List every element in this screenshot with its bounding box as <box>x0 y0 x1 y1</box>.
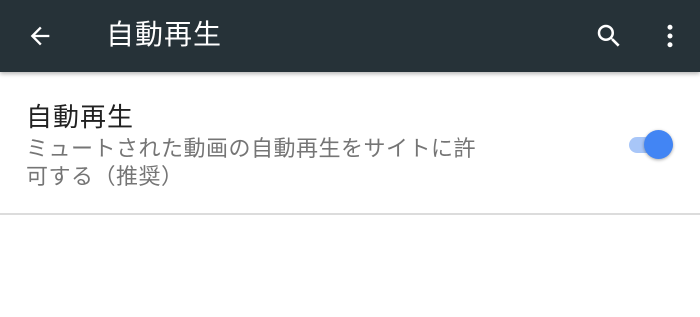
arrow-back-icon <box>30 26 50 46</box>
search-icon <box>597 24 620 47</box>
page-title: 自動再生 <box>106 18 223 51</box>
autoplay-toggle[interactable] <box>627 128 677 160</box>
search-button[interactable] <box>585 12 633 60</box>
setting-summary: ミュートされた動画の自動再生をサイトに許可する（推奨） <box>26 137 477 190</box>
autoplay-settings-screen: 自動再生 自動再生 ミュートされた動画の自動再生をサイトに許可する（推奨） <box>0 0 700 317</box>
more-options-button[interactable] <box>648 12 692 60</box>
app-bar: 自動再生 <box>0 0 700 72</box>
back-button[interactable] <box>16 12 64 60</box>
autoplay-setting-row[interactable]: 自動再生 ミュートされた動画の自動再生をサイトに許可する（推奨） <box>0 72 700 215</box>
more-vert-icon <box>667 24 673 48</box>
toggle-thumb <box>644 130 673 159</box>
setting-title: 自動再生 <box>26 103 135 133</box>
